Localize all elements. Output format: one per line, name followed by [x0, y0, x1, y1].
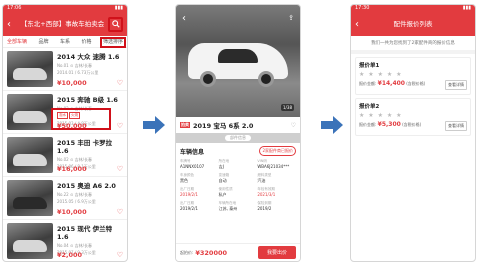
flow-arrow-icon	[143, 116, 165, 134]
car-meta: 2014.01 / 6.73万公里	[57, 70, 99, 75]
info-cell: 出厂日期 2019/2/1	[180, 187, 198, 197]
section-title: 车辆信息	[180, 148, 205, 156]
info-cell: 保险到期 2019/2	[257, 201, 272, 211]
parts-quote-screen: 17:30 ▮▮▮ ‹ 配件报价列表 我们一共为您找到了2家配件商的报价信息 报…	[350, 4, 476, 262]
car-name: 2015 现代 伊兰特 1.6	[57, 225, 113, 241]
flow-arrow-icon	[321, 116, 343, 134]
status-bar: 17:30 ▮▮▮	[351, 5, 475, 12]
quote-card[interactable]: 报价单2 ★ ★ ★ ★ ★ 报价金额: ¥5,300 (含税价格) 查看详情	[355, 98, 471, 136]
car-name: 2014 大众 速腾 1.6	[57, 53, 120, 61]
car-title: 拍卖 2019 宝马 6系 2.0 ♡	[176, 117, 300, 133]
info-cell: 车身颜色 黑色	[180, 173, 194, 183]
quote-card[interactable]: 报价单1 ★ ★ ★ ★ ★ 报价金额: ¥14,400 (含税价格) 查看详情	[355, 57, 471, 95]
car-thumbnail	[7, 94, 53, 130]
status-time: 17:30	[355, 5, 370, 11]
car-meta: No.02 ⊙ 吉林/长春	[57, 157, 92, 162]
quote-price: ¥5,300	[377, 121, 401, 128]
info-cell: 使用性质 私户	[218, 187, 233, 197]
info-cell: VIN码 WBA6J21034***	[257, 159, 290, 169]
quote-name: 报价单1	[359, 63, 380, 69]
info-cell: 车辆所在地 江苏, 泰州	[218, 201, 238, 211]
info-cell: 出厂日期 2019/2/1	[180, 201, 198, 211]
list-item[interactable]: 2015 奥迪 A6 2.0 No.22 ⊙ 吉林/长春 2015.05 / 6…	[3, 177, 127, 220]
search-icon	[111, 20, 120, 28]
info-cell: 年检有效期 2021/3/1	[257, 187, 276, 197]
list-item[interactable]: 2015 丰田 卡罗拉 1.6 No.02 ⊙ 吉林/长春 2015.06 / …	[3, 134, 127, 177]
filter-series[interactable]: 车系	[60, 38, 70, 45]
car-title-text: 2019 宝马 6系 2.0	[193, 122, 254, 130]
car-photo[interactable]: ‹ ⇪ 1/38	[176, 5, 300, 117]
car-thumbnail	[7, 223, 53, 259]
view-detail-button[interactable]: 查看详情	[445, 121, 467, 131]
car-meta: 2015.05 / 6.9万公里	[57, 199, 96, 204]
list-item[interactable]: 2015 现代 伊兰特 1.6 No.04 ⊙ 吉林/长春 2015.07 / …	[3, 220, 127, 261]
star-rating-icon: ★ ★ ★ ★ ★	[359, 71, 403, 78]
heart-icon[interactable]: ♡	[117, 208, 123, 216]
auction-title: 【东北+西部】事故车拍卖会	[20, 20, 105, 28]
filter-all[interactable]: 全部车辆	[7, 38, 27, 45]
search-button[interactable]	[108, 16, 123, 32]
heart-icon[interactable]: ♡	[117, 79, 123, 87]
highlight-box	[51, 108, 111, 130]
back-icon[interactable]: ‹	[182, 13, 186, 24]
filter-bar: 全部车辆 品牌 车系 价格 筛选排序	[3, 36, 127, 48]
filter-brand[interactable]: 品牌	[38, 38, 48, 45]
car-meta: No.22 ⊙ 吉林/长春	[57, 192, 92, 197]
car-name: 2015 奥迪 A6 2.0	[57, 182, 116, 190]
info-cell: 燃料类型 汽油	[257, 173, 272, 183]
bottom-action-bar: 起拍价: ¥320000 我要出价	[176, 243, 300, 261]
car-thumbnail	[7, 51, 53, 87]
car-name: 2015 丰田 卡罗拉 1.6	[57, 139, 113, 155]
parts-info-bar: 部件信息	[176, 133, 300, 143]
info-cell: 变速箱 自动	[218, 173, 230, 183]
start-price-label: 起拍价:	[180, 249, 194, 255]
share-icon[interactable]: ⇪	[288, 14, 294, 22]
list-item[interactable]: 2014 大众 速腾 1.6 No.01 ⊙ 吉林/长春 2014.01 / 6…	[3, 48, 127, 91]
heart-icon[interactable]: ♡	[117, 251, 123, 259]
quote-header: ‹ 配件报价列表	[351, 12, 475, 36]
car-detail-screen: ‹ ⇪ 1/38 拍卖 2019 宝马 6系 2.0 ♡ 部件信息 车辆信息 2…	[175, 4, 301, 262]
quote-notice: 我们一共为您找到了2家配件商的报价信息	[351, 36, 475, 54]
car-meta: No.04 ⊙ 吉林/长春	[57, 243, 92, 248]
car-meta: No.01 ⊙ 吉林/长春	[57, 63, 92, 68]
car-name: 2015 奔驰 B级 1.6	[57, 96, 118, 104]
highlight-box	[100, 37, 126, 48]
parts-info-tab[interactable]: 部件信息	[225, 135, 251, 141]
battery-icon: ▮▮▮	[114, 5, 123, 11]
car-thumbnail	[7, 180, 53, 216]
filter-price[interactable]: 价格	[81, 38, 91, 45]
car-price: ¥16,000	[57, 165, 87, 173]
heart-icon[interactable]: ♡	[117, 165, 123, 173]
status-bar: 17:06 ▮▮▮	[3, 5, 127, 12]
back-icon[interactable]: ‹	[355, 19, 365, 30]
vehicle-info-section: 车辆信息 2家配件商已报价	[176, 143, 300, 159]
battery-icon: ▮▮▮	[462, 5, 471, 11]
info-cell: 车牌号 A1NNX0107	[180, 159, 205, 169]
car-list-screen: 17:06 ▮▮▮ ‹ 【东北+西部】事故车拍卖会 全部车辆 品牌 车系 价格 …	[2, 4, 128, 262]
list-item[interactable]: 2015 奔驰 B级 1.6 No.02 ⊙ 吉林/长春 泡水 火烧 2015.…	[3, 91, 127, 134]
bid-button[interactable]: 我要出价	[257, 246, 296, 259]
quote-price: ¥14,400	[377, 80, 405, 87]
car-price: ¥10,000	[57, 208, 87, 216]
status-time: 17:06	[7, 5, 22, 11]
car-thumbnail	[7, 137, 53, 173]
heart-icon[interactable]: ♡	[117, 122, 123, 130]
vehicle-info-grid: 车牌号 A1NNX0107 所在地 吉J VIN码 WBA6J21034*** 车身颜…	[176, 159, 300, 212]
car-price: ¥2,000	[57, 251, 83, 259]
photo-counter: 1/38	[281, 104, 294, 111]
page-title: 配件报价列表	[393, 20, 433, 28]
back-icon[interactable]: ‹	[7, 19, 17, 30]
info-cell: 所在地 吉J	[218, 159, 230, 169]
quote-name: 报价单2	[359, 104, 380, 110]
car-price: ¥10,000	[57, 79, 87, 87]
heart-icon[interactable]: ♡	[291, 122, 296, 129]
auction-badge: 拍卖	[180, 122, 190, 128]
star-rating-icon: ★ ★ ★ ★ ★	[359, 112, 403, 119]
parts-quote-button[interactable]: 2家配件商已报价	[259, 146, 296, 156]
list-header: ‹ 【东北+西部】事故车拍卖会	[3, 12, 127, 36]
view-detail-button[interactable]: 查看详情	[445, 80, 467, 90]
start-price: ¥320000	[195, 248, 228, 257]
